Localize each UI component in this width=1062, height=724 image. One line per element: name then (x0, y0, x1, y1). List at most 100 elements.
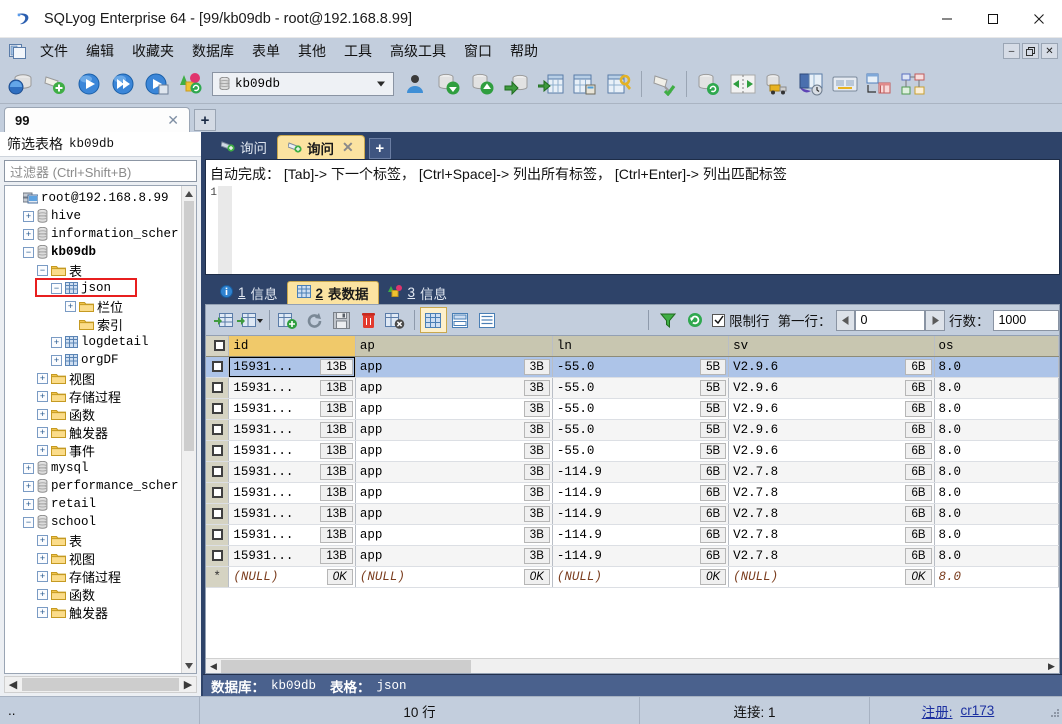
menu-database[interactable]: 数据库 (183, 38, 243, 64)
table-row[interactable]: 15931... 13B app 3B -114.9 6B V2.7.8 6B 8.0 (206, 524, 1059, 546)
tree-expander-icon[interactable]: + (23, 498, 34, 510)
window-maximize-button[interactable] (970, 0, 1016, 38)
row-select-cell[interactable] (206, 398, 230, 420)
tree-vertical-scrollbar[interactable] (181, 186, 196, 673)
form-view-icon[interactable] (447, 307, 474, 333)
table-diagnostics-icon[interactable] (568, 66, 602, 102)
scroll-left-icon[interactable]: ◀ (5, 677, 21, 692)
refresh-objects-icon[interactable] (174, 66, 208, 102)
table-row[interactable]: 15931... 13B app 3B -55.0 5B V2.9.6 6B 8.0 (206, 419, 1059, 441)
cell-ln[interactable]: -114.9 6B (552, 482, 730, 504)
row-select-cell[interactable] (206, 503, 230, 525)
cell-ap[interactable]: app 3B (355, 545, 553, 567)
column-header-os[interactable]: os (934, 336, 1059, 357)
menu-other[interactable]: 其他 (289, 38, 335, 64)
tree-hscroll-thumb[interactable] (22, 678, 179, 691)
insert-row-icon[interactable] (210, 307, 237, 333)
tree-node--[interactable]: + 表 (7, 531, 181, 549)
tree-expander-icon[interactable]: + (37, 426, 48, 438)
cell-sv[interactable]: V2.9.6 6B (728, 356, 935, 378)
tree-node--[interactable]: + 存储过程 (7, 567, 181, 585)
cell-os[interactable]: 8.0 (934, 461, 1059, 483)
cell-id[interactable]: 15931... 13B (228, 545, 356, 567)
cell-ap[interactable]: app 3B (355, 356, 553, 378)
table-row[interactable]: 15931... 13B app 3B -114.9 6B V2.7.8 6B 8.0 (206, 503, 1059, 525)
add-connection-tab-button[interactable]: + (194, 109, 216, 131)
scroll-up-icon[interactable] (182, 186, 196, 201)
row-checkbox[interactable] (211, 528, 223, 540)
cell-id[interactable]: 15931... 13B (228, 377, 356, 399)
mdi-close-button[interactable]: ✕ (1041, 43, 1058, 59)
cell-sv[interactable]: V2.9.6 6B (728, 419, 935, 441)
table-row[interactable]: 15931... 13B app 3B -55.0 5B V2.9.6 6B 8.0 (206, 440, 1059, 462)
window-minimize-button[interactable] (924, 0, 970, 38)
column-header-id[interactable]: id (228, 336, 356, 357)
register-label[interactable]: 注册: (922, 701, 953, 721)
menu-window[interactable]: 窗口 (455, 38, 501, 64)
cell-os[interactable]: 8.0 (934, 503, 1059, 525)
tree-node-school[interactable]: − school (7, 513, 181, 531)
delete-row-icon[interactable] (355, 307, 382, 333)
menu-favorites[interactable]: 收藏夹 (123, 38, 183, 64)
new-connection-icon[interactable] (4, 66, 38, 102)
table-key-icon[interactable] (602, 66, 636, 102)
row-count-input[interactable]: 1000 (993, 309, 1060, 331)
results-tab-2-table-data[interactable]: 2 表数据 (286, 281, 379, 304)
tree-expander-icon[interactable]: + (23, 480, 34, 492)
tree-expander-icon[interactable]: + (37, 588, 48, 600)
tree-expander-icon[interactable]: + (37, 408, 48, 420)
tree-node-mysql[interactable]: + mysql (7, 459, 181, 477)
query-tab-1[interactable]: 询问 (211, 135, 277, 159)
refresh-data-icon[interactable] (302, 307, 329, 333)
cell-os[interactable]: 8.0 (934, 356, 1059, 378)
new-record-row[interactable]: * (NULL) 0K (NULL) 0K (NULL) 0K (NULL) 0K 8.0 (206, 566, 1059, 588)
cell-id[interactable]: 15931... 13B (228, 524, 356, 546)
cell-sv[interactable]: V2.7.8 6B (728, 461, 935, 483)
connection-tab-99[interactable]: 99 ✕ (4, 107, 190, 132)
tree-node-kb09db[interactable]: − kb09db (7, 243, 181, 261)
cell-ap[interactable]: app 3B (355, 461, 553, 483)
results-tab-1-info[interactable]: 1 信息 (211, 281, 287, 304)
schema-sync-icon[interactable] (647, 66, 681, 102)
cell-ln[interactable]: -55.0 5B (552, 398, 730, 420)
insert-row-dropdown-icon[interactable] (237, 307, 264, 333)
select-all-header[interactable] (206, 336, 230, 357)
resize-grip-icon[interactable] (1046, 704, 1060, 718)
row-select-cell[interactable] (206, 356, 230, 378)
tree-node--[interactable]: 索引 (7, 315, 181, 333)
window-close-button[interactable] (1016, 0, 1062, 38)
cell-ap[interactable]: app 3B (355, 377, 553, 399)
close-icon[interactable]: ✕ (342, 139, 354, 156)
tree-node-root-192-168-8-99[interactable]: root@192.168.8.99 (7, 189, 181, 207)
tree-expander-icon[interactable]: + (37, 570, 48, 582)
row-checkbox[interactable] (211, 507, 223, 519)
filter-icon[interactable] (654, 307, 681, 333)
tree-expander-icon[interactable]: + (37, 552, 48, 564)
menu-form[interactable]: 表单 (243, 38, 289, 64)
cell-id[interactable]: 15931... 13B (228, 419, 356, 441)
cell-os[interactable]: 8.0 (934, 440, 1059, 462)
tree-expander-icon[interactable]: − (37, 264, 48, 276)
table-row[interactable]: 15931... 13B app 3B -114.9 6B V2.7.8 6B 8.0 (206, 461, 1059, 483)
cell-os[interactable]: 8.0 (934, 398, 1059, 420)
tree-expander-icon[interactable]: + (37, 390, 48, 402)
execute-query-new-tab-icon[interactable] (140, 66, 174, 102)
row-select-cell[interactable] (206, 377, 230, 399)
menu-file[interactable]: 文件 (31, 38, 77, 64)
scroll-down-icon[interactable] (182, 658, 196, 673)
text-view-icon[interactable] (474, 307, 501, 333)
cell-id[interactable]: 15931... 13B (228, 503, 356, 525)
schema-designer-icon[interactable] (896, 66, 930, 102)
save-changes-icon[interactable] (328, 307, 355, 333)
execute-all-queries-icon[interactable] (106, 66, 140, 102)
tree-expander-icon[interactable]: + (37, 444, 48, 456)
cell-sv[interactable]: V2.7.8 6B (728, 482, 935, 504)
tree-horizontal-scrollbar[interactable]: ◀ ▶ (4, 676, 197, 693)
table-row[interactable]: 15931... 13B app 3B -114.9 6B V2.7.8 6B 8.0 (206, 545, 1059, 567)
filter-input[interactable]: 过滤器 (Ctrl+Shift+B) (4, 160, 197, 182)
tree-node-information-scher[interactable]: + information_scher (7, 225, 181, 243)
cell-id[interactable]: 15931... 13B (228, 356, 356, 378)
data-sync-icon[interactable] (726, 66, 760, 102)
cell-ln[interactable]: -55.0 5B (552, 440, 730, 462)
cell-sv[interactable]: (NULL) 0K (728, 566, 935, 588)
